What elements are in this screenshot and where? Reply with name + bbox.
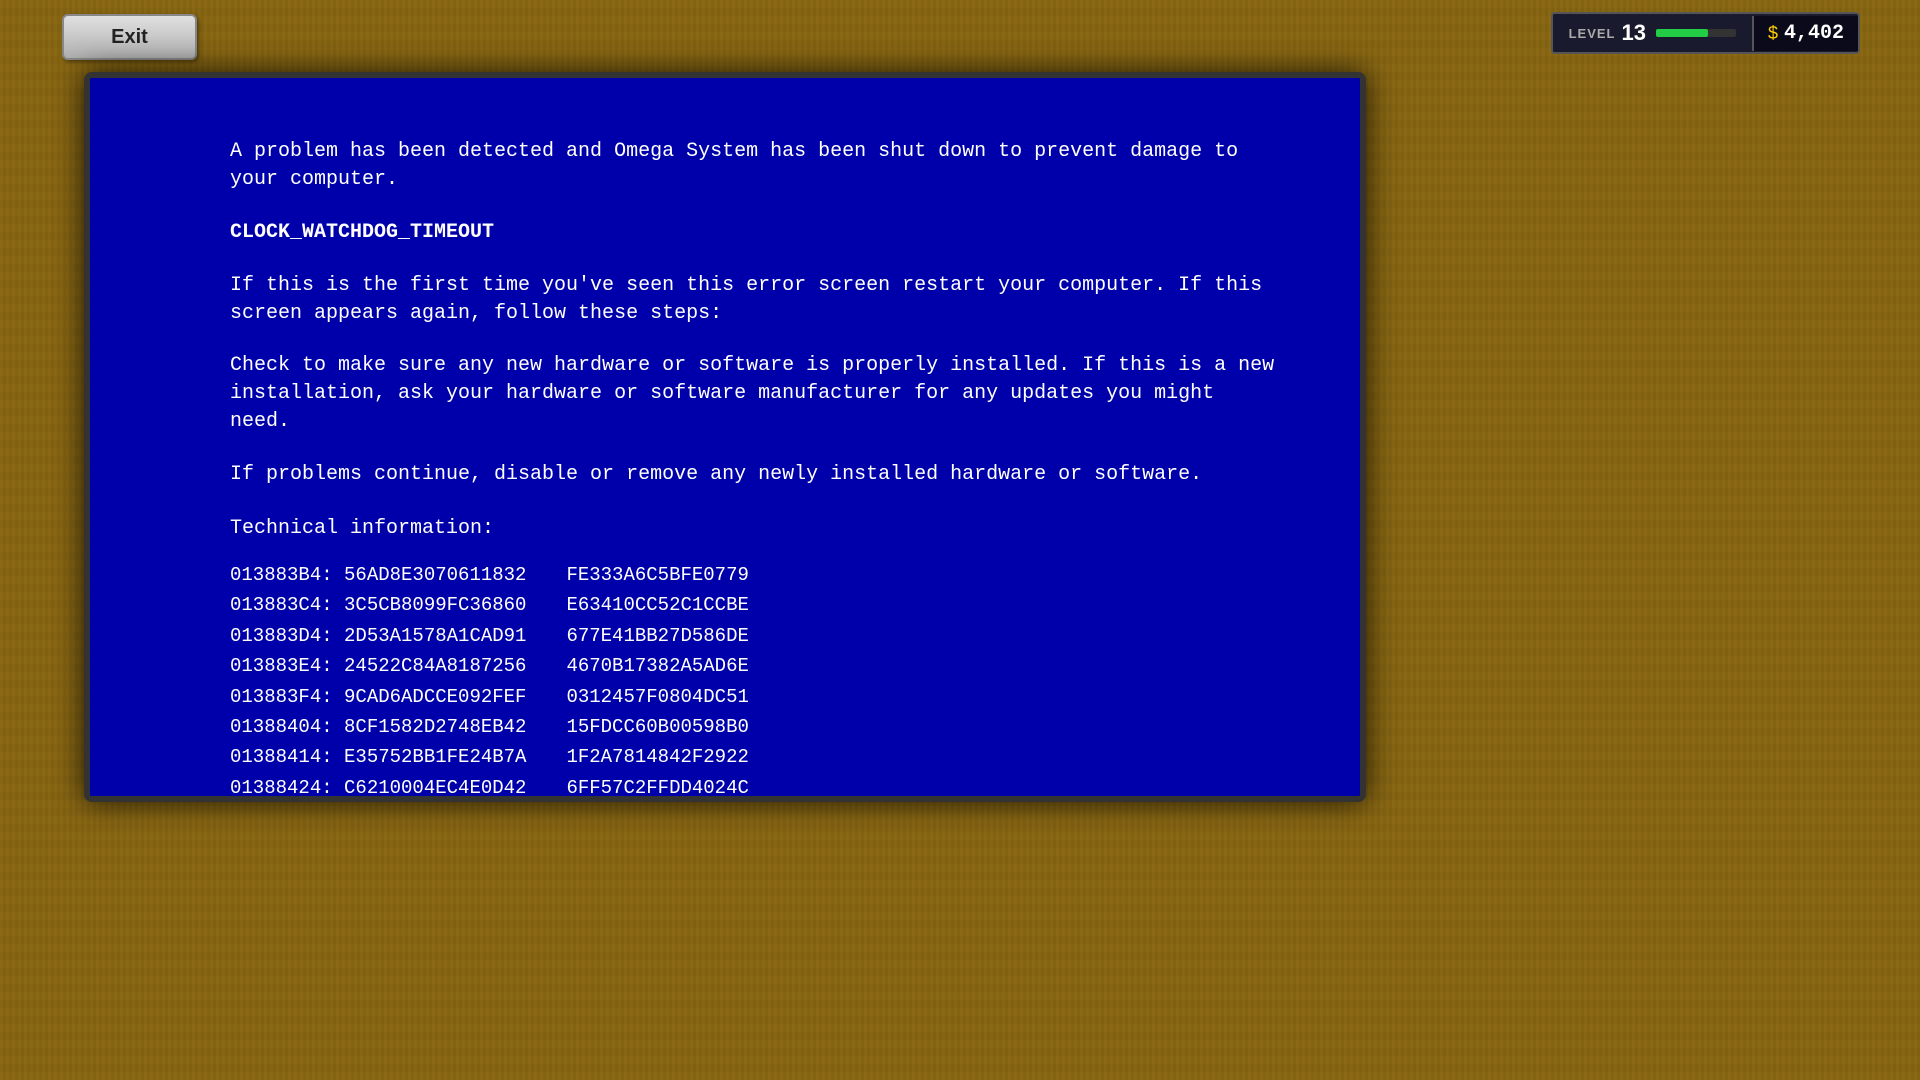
level-section: LEVEL 13 <box>1553 14 1752 52</box>
xp-bar-fill <box>1656 29 1708 37</box>
money-section: $ 4,402 <box>1752 16 1858 51</box>
hex-table: 013883B4: 56AD8E3070611832FE333A6C5BFE07… <box>230 560 1280 796</box>
error-title: A problem has been detected and Omega Sy… <box>230 138 1280 194</box>
hex-row: 013883C4: 3C5CB8099FC36860E63410CC52C1CC… <box>230 590 1280 620</box>
hex-row: 013883D4: 2D53A1578A1CAD91677E41BB27D586… <box>230 621 1280 651</box>
error-code: CLOCK_WATCHDOG_TIMEOUT <box>230 218 1280 248</box>
hex-row: 01388414: E35752BB1FE24B7A1F2A7814842F29… <box>230 742 1280 772</box>
problems-message: If problems continue, disable or remove … <box>230 460 1280 490</box>
money-amount: 4,402 <box>1784 22 1844 45</box>
tech-info-label: Technical information: <box>230 514 1280 544</box>
money-icon: $ <box>1768 23 1778 44</box>
hex-row: 01388424: C6210004EC4E0D426FF57C2FFDD402… <box>230 773 1280 796</box>
hex-row: 013883E4: 24522C84A81872564670B17382A5AD… <box>230 651 1280 681</box>
exit-button[interactable]: Exit <box>62 14 197 60</box>
monitor: A problem has been detected and Omega Sy… <box>84 72 1366 802</box>
hex-row: 01388404: 8CF1582D2748EB4215FDCC60B00598… <box>230 712 1280 742</box>
xp-bar <box>1656 29 1736 37</box>
level-number: 13 <box>1621 20 1645 46</box>
hud-panel: LEVEL 13 $ 4,402 <box>1551 12 1860 54</box>
bsod-screen: A problem has been detected and Omega Sy… <box>90 78 1360 796</box>
restart-message: If this is the first time you've seen th… <box>230 272 1280 328</box>
hex-row: 013883F4: 9CAD6ADCCE092FEF0312457F0804DC… <box>230 682 1280 712</box>
level-label: LEVEL <box>1569 26 1616 41</box>
check-message: Check to make sure any new hardware or s… <box>230 352 1280 436</box>
hex-row: 013883B4: 56AD8E3070611832FE333A6C5BFE07… <box>230 560 1280 590</box>
